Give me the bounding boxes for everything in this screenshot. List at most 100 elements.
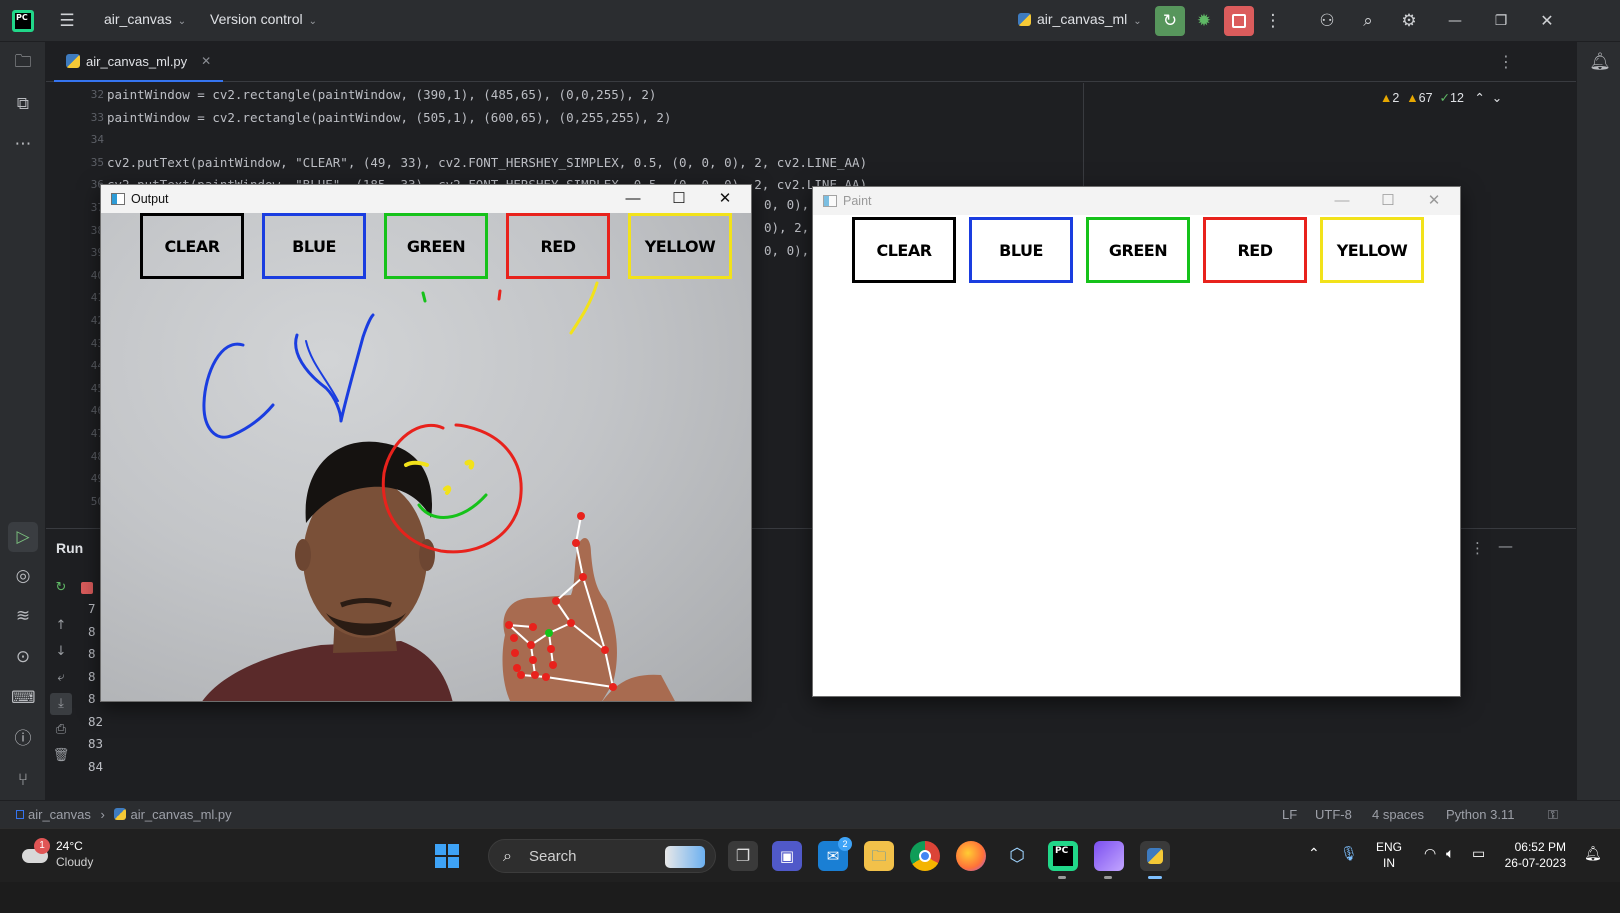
hand-landmark-link bbox=[575, 515, 582, 544]
scroll-down-icon[interactable]: ↓ bbox=[50, 641, 72, 663]
tab-options-icon[interactable]: ⋮ bbox=[1498, 52, 1514, 71]
stroke-smile bbox=[417, 493, 488, 519]
hide-panel-icon[interactable]: — bbox=[1498, 537, 1513, 555]
minimize-icon[interactable]: — bbox=[611, 187, 655, 211]
color-button-red[interactable]: RED bbox=[1203, 217, 1307, 283]
paint-window-titlebar[interactable]: Paint — ☐ ✕ bbox=[813, 187, 1460, 215]
virtualbox-icon[interactable]: ⬡ bbox=[1002, 841, 1032, 871]
mail-icon[interactable]: ✉ 2 bbox=[818, 837, 852, 871]
run-panel-title: Run bbox=[56, 540, 84, 556]
clock[interactable]: 06:52 PM 26-07-2023 bbox=[1504, 839, 1566, 871]
tray-overflow-icon[interactable]: ⌃ bbox=[1308, 845, 1320, 861]
line-number: 45 bbox=[90, 381, 104, 395]
color-button-clear[interactable]: CLEAR bbox=[140, 213, 244, 279]
stop-button[interactable] bbox=[1224, 6, 1254, 36]
console-line: 8 bbox=[88, 623, 96, 639]
color-button-green[interactable]: GREEN bbox=[1086, 217, 1190, 283]
breadcrumb-project[interactable]: air_canvas bbox=[28, 807, 91, 822]
volume-icon[interactable]: 🔈︎ bbox=[1446, 845, 1454, 861]
file-encoding[interactable]: UTF-8 bbox=[1315, 807, 1352, 822]
close-icon[interactable]: ✕ bbox=[1534, 8, 1560, 34]
problems-icon[interactable]: ⓘ bbox=[11, 727, 35, 751]
services-icon[interactable]: ⊙ bbox=[11, 645, 35, 669]
start-windows-icon[interactable] bbox=[432, 841, 462, 871]
git-icon[interactable]: ⑂ bbox=[11, 768, 35, 792]
debug-button[interactable]: ✹ bbox=[1191, 8, 1217, 34]
main-menu-icon[interactable]: ☰ bbox=[54, 8, 80, 34]
project-widget[interactable]: air_canvas ⌄ bbox=[104, 11, 186, 27]
maximize-icon[interactable]: ☐ bbox=[657, 187, 701, 211]
chevron-up-icon[interactable]: ⌃ bbox=[1474, 91, 1484, 105]
color-button-clear[interactable]: CLEAR bbox=[852, 217, 956, 283]
line-separator[interactable]: LF bbox=[1282, 807, 1297, 822]
pycharm-taskbar-icon[interactable]: PC bbox=[1048, 841, 1078, 871]
file-explorer-icon[interactable]: 🗀 bbox=[864, 841, 894, 871]
rerun-button[interactable]: ↻ bbox=[1155, 6, 1185, 36]
close-icon[interactable]: ✕ bbox=[703, 187, 747, 211]
search-everywhere-icon[interactable]: ⌕ bbox=[1355, 8, 1381, 34]
wifi-icon[interactable]: ◠ bbox=[1424, 845, 1436, 861]
paint-canvas[interactable]: CLEAR BLUE GREEN RED YELLOW bbox=[813, 215, 1460, 696]
python-packages-icon[interactable]: ◎ bbox=[11, 564, 35, 588]
teams-chat-icon[interactable]: ▣ bbox=[772, 841, 802, 871]
battery-icon[interactable]: ▭ bbox=[1472, 845, 1485, 861]
notifications-bell-icon[interactable]: 🔔︎ bbox=[1588, 50, 1612, 74]
structure-icon[interactable]: ⧉ bbox=[11, 92, 35, 116]
run-config-selector[interactable]: air_canvas_ml ⌄ bbox=[1018, 11, 1142, 27]
trash-icon[interactable]: 🗑︎ bbox=[50, 745, 72, 767]
print-icon[interactable]: ⎙ bbox=[50, 719, 72, 741]
run-tool-icon[interactable]: ▷ bbox=[8, 522, 38, 552]
inspection-widget[interactable]: ▲2 ▲67 ✓12 ⌃ ⌄ bbox=[1380, 90, 1502, 105]
clipchamp-icon[interactable] bbox=[1094, 841, 1124, 871]
run-options-icon[interactable]: ⋮ bbox=[1470, 539, 1485, 557]
color-button-green[interactable]: GREEN bbox=[384, 213, 488, 279]
microphone-icon[interactable]: 🎙︎ bbox=[1340, 845, 1358, 861]
webcam-frame[interactable]: CLEAR BLUE GREEN RED YELLOW bbox=[101, 213, 751, 701]
line-number: 41 bbox=[90, 291, 104, 305]
chevron-down-icon[interactable]: ⌄ bbox=[1492, 91, 1502, 105]
color-button-blue[interactable]: BLUE bbox=[262, 213, 366, 279]
minimize-icon[interactable]: — bbox=[1320, 189, 1364, 213]
indent-setting[interactable]: 4 spaces bbox=[1372, 807, 1424, 822]
python-taskbar-icon[interactable] bbox=[1140, 841, 1170, 871]
rerun-icon[interactable]: ↻ bbox=[50, 577, 72, 599]
terminal-icon[interactable]: ⌨ bbox=[11, 686, 36, 710]
output-window-titlebar[interactable]: Output — ☐ ✕ bbox=[101, 185, 751, 213]
color-button-yellow[interactable]: YELLOW bbox=[1320, 217, 1424, 283]
weather-widget[interactable]: 1 24°C Cloudy bbox=[20, 837, 140, 877]
task-view-icon[interactable]: ❐ bbox=[728, 841, 758, 871]
lock-icon[interactable]: ⚿ bbox=[1548, 807, 1558, 823]
more-tools-icon[interactable]: ⋯ bbox=[11, 132, 35, 156]
taskbar-search[interactable]: ⌕ Search bbox=[488, 839, 716, 873]
minimize-icon[interactable]: — bbox=[1442, 8, 1468, 34]
tab-air-canvas-ml[interactable]: air_canvas_ml.py ✕ bbox=[54, 42, 224, 82]
chrome-icon[interactable] bbox=[910, 841, 940, 871]
stop-icon[interactable] bbox=[76, 577, 98, 599]
tab-close-icon[interactable]: ✕ bbox=[201, 54, 211, 68]
settings-gear-icon[interactable]: ⚙ bbox=[1396, 8, 1422, 34]
color-button-yellow[interactable]: YELLOW bbox=[628, 213, 732, 279]
line-number: 43 bbox=[90, 336, 104, 350]
language-indicator[interactable]: ENG IN bbox=[1376, 839, 1402, 871]
project-folder-icon[interactable]: 🗀 bbox=[11, 50, 35, 74]
pycharm-logo-icon[interactable]: PC bbox=[12, 10, 34, 32]
maximize-icon[interactable]: ☐ bbox=[1366, 189, 1410, 213]
breadcrumb: air_canvas › air_canvas_ml.py bbox=[16, 807, 232, 822]
code-with-me-icon[interactable]: ⚇ bbox=[1314, 8, 1340, 34]
more-actions-icon[interactable]: ⋮ bbox=[1260, 8, 1286, 34]
python-file-icon bbox=[1018, 13, 1031, 26]
scroll-to-end-icon[interactable]: ⤓ bbox=[50, 693, 72, 715]
window-app-icon bbox=[823, 195, 837, 207]
layers-icon[interactable]: ≋ bbox=[11, 604, 35, 628]
color-button-red[interactable]: RED bbox=[506, 213, 610, 279]
color-button-blue[interactable]: BLUE bbox=[969, 217, 1073, 283]
restore-icon[interactable]: ❐ bbox=[1488, 8, 1514, 34]
firefox-icon[interactable] bbox=[956, 841, 986, 871]
soft-wrap-icon[interactable]: ⤶ bbox=[50, 667, 72, 689]
python-interpreter[interactable]: Python 3.11 bbox=[1446, 807, 1514, 822]
breadcrumb-file[interactable]: air_canvas_ml.py bbox=[130, 807, 231, 822]
close-icon[interactable]: ✕ bbox=[1412, 189, 1456, 213]
notification-center-icon[interactable]: 🔔︎ bbox=[1584, 845, 1602, 861]
scroll-up-icon[interactable]: ↑ bbox=[50, 615, 72, 637]
vcs-widget[interactable]: Version control ⌄ bbox=[210, 11, 317, 27]
